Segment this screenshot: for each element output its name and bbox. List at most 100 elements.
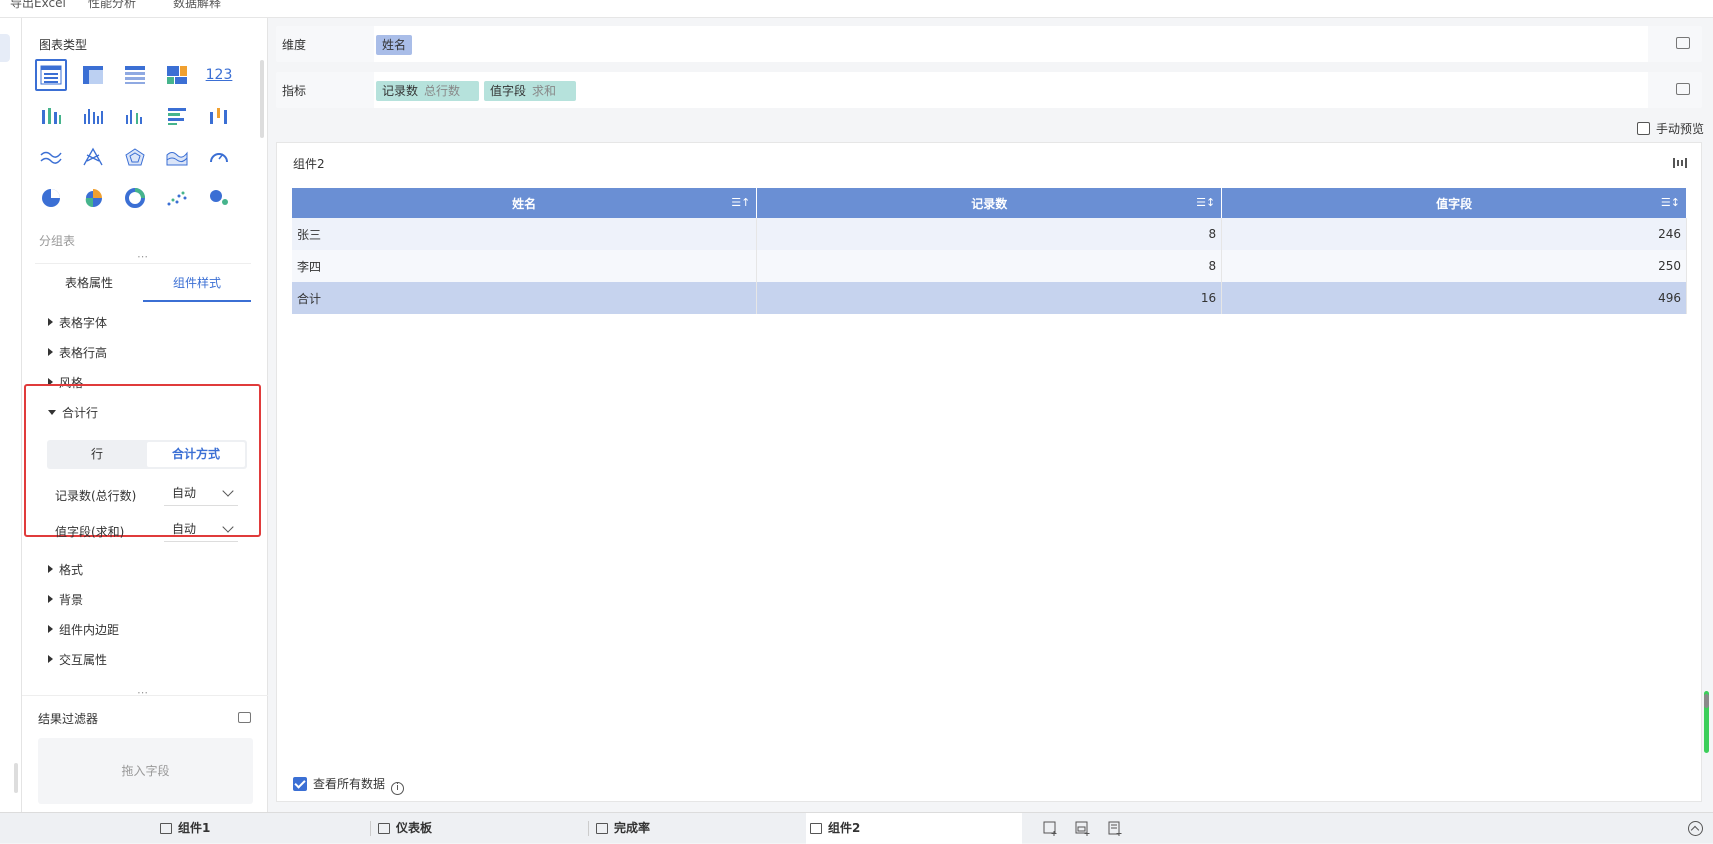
accordion-font-label: 表格字体 bbox=[59, 316, 108, 330]
donut-icon[interactable] bbox=[119, 182, 151, 214]
data-explain-button[interactable]: 数据解释 bbox=[173, 0, 221, 11]
tab-component2[interactable]: 组件2 bbox=[806, 813, 1022, 844]
export-excel-button[interactable]: 导出Excel bbox=[10, 0, 66, 11]
dimension-chip[interactable]: 姓名 bbox=[376, 35, 413, 55]
area-icon[interactable] bbox=[161, 141, 193, 173]
info-icon[interactable]: i bbox=[391, 782, 405, 795]
divider bbox=[22, 695, 268, 696]
radar-icon[interactable] bbox=[119, 141, 151, 173]
accordion-background[interactable]: 背景 bbox=[48, 591, 83, 608]
chip-agg: 求和 bbox=[532, 84, 557, 98]
cell-records: 8 bbox=[756, 250, 1223, 282]
chip-agg: 总行数 bbox=[424, 84, 461, 98]
tab-component1[interactable]: 组件1 bbox=[156, 813, 210, 844]
header-label: 姓名 bbox=[512, 196, 537, 211]
filter-drop-zone[interactable]: 拖入字段 bbox=[38, 738, 253, 804]
strip-scrollbar[interactable] bbox=[14, 763, 18, 793]
view-all-data[interactable]: 查看所有数据 i bbox=[293, 775, 405, 795]
scatter-icon[interactable] bbox=[161, 182, 193, 214]
tab-dashboard[interactable]: 仪表板 bbox=[374, 813, 432, 844]
bubble-icon[interactable] bbox=[203, 182, 235, 214]
range-column-icon[interactable] bbox=[203, 100, 235, 132]
cell-records: 8 bbox=[756, 218, 1223, 250]
sort-icon[interactable]: ☰↕ bbox=[1661, 196, 1680, 209]
table-row[interactable]: 李四 8 250 bbox=[292, 250, 1687, 282]
panel-scrollbar[interactable] bbox=[260, 60, 264, 138]
accordion-background-label: 背景 bbox=[59, 593, 84, 607]
treemap-icon[interactable] bbox=[161, 59, 193, 91]
cell-value: 246 bbox=[1221, 218, 1687, 250]
checkbox-checked-icon[interactable] bbox=[293, 777, 307, 791]
sort-icon[interactable]: ☰↕ bbox=[1196, 196, 1215, 209]
cell-total-value: 496 bbox=[1221, 282, 1687, 314]
header-value[interactable]: 值字段 ☰↕ bbox=[1221, 188, 1687, 218]
toolbox-icon[interactable] bbox=[1676, 83, 1690, 95]
accordion-row-height[interactable]: 表格行高 bbox=[48, 344, 107, 361]
result-filter-title: 结果过滤器 bbox=[38, 712, 99, 726]
tab-separator bbox=[370, 821, 371, 836]
header-records[interactable]: 记录数 ☰↕ bbox=[756, 188, 1223, 218]
toolbox-icon[interactable] bbox=[1676, 37, 1690, 49]
component-title: 组件2 bbox=[293, 157, 325, 171]
sort-icon[interactable]: ☰↑ bbox=[731, 196, 750, 209]
total-row[interactable]: 合计 16 496 bbox=[292, 282, 1687, 314]
grouped-column-icon[interactable] bbox=[77, 100, 109, 132]
scroll-indicator-thumb[interactable] bbox=[1704, 694, 1709, 708]
caret-right-icon bbox=[48, 565, 53, 573]
kpi-number-icon[interactable]: 123 bbox=[203, 59, 235, 91]
field2-select[interactable]: 自动 bbox=[164, 516, 238, 542]
collapse-up-icon[interactable] bbox=[1688, 821, 1703, 836]
performance-analysis-button[interactable]: 性能分析 bbox=[88, 0, 136, 11]
rose-pie-icon[interactable] bbox=[77, 182, 109, 214]
resize-handle-icon[interactable]: ⋯ bbox=[137, 686, 149, 699]
metric-chip-records[interactable]: 记录数 总行数 bbox=[376, 81, 479, 101]
accordion-font[interactable]: 表格字体 bbox=[48, 314, 107, 331]
tab-component-style[interactable]: 组件样式 bbox=[143, 264, 251, 302]
accordion-interaction[interactable]: 交互属性 bbox=[48, 651, 107, 668]
cross-table-icon[interactable] bbox=[77, 59, 109, 91]
radar-line-icon[interactable] bbox=[77, 141, 109, 173]
chart-icon bbox=[596, 823, 608, 834]
accordion-padding[interactable]: 组件内边距 bbox=[48, 621, 119, 638]
detail-table-icon[interactable] bbox=[119, 59, 151, 91]
field1-select[interactable]: 自动 bbox=[164, 480, 238, 506]
accordion-format-label: 格式 bbox=[59, 563, 84, 577]
table-row[interactable]: 张三 8 246 bbox=[292, 218, 1687, 250]
column-settings-icon[interactable] bbox=[1673, 157, 1687, 169]
dimension-drop-zone[interactable]: 姓名 bbox=[374, 26, 1648, 62]
segment-row[interactable]: 行 bbox=[49, 442, 145, 467]
stacked-bar-icon[interactable] bbox=[35, 100, 67, 132]
strip-tab[interactable] bbox=[0, 34, 10, 62]
add-dashboard-icon[interactable] bbox=[1075, 821, 1091, 836]
metric-drop-zone[interactable]: 记录数 总行数 值字段 求和 bbox=[374, 72, 1648, 108]
caret-right-icon bbox=[48, 318, 53, 326]
field1-value: 自动 bbox=[172, 486, 197, 500]
accordion-format[interactable]: 格式 bbox=[48, 561, 83, 578]
field2-label: 值字段(求和) bbox=[55, 525, 125, 539]
data-table: 姓名 ☰↑ 记录数 ☰↕ 值字段 ☰↕ 张三 8 246 李四 8 250 合计 bbox=[292, 188, 1687, 314]
gauge-icon[interactable] bbox=[203, 141, 235, 173]
add-component-icon[interactable] bbox=[1043, 821, 1059, 836]
field2-value: 自动 bbox=[172, 522, 197, 536]
manual-preview-toggle[interactable]: 手动预览 bbox=[1637, 120, 1704, 137]
filter-toolbox-icon[interactable] bbox=[238, 712, 251, 723]
add-story-icon[interactable] bbox=[1107, 821, 1123, 836]
chart-icon bbox=[810, 823, 822, 834]
table-icon[interactable] bbox=[35, 59, 67, 91]
pie-icon[interactable] bbox=[35, 182, 67, 214]
horizontal-bar-icon[interactable] bbox=[161, 100, 193, 132]
resize-handle-icon[interactable]: ⋯ bbox=[137, 250, 149, 263]
column-icon[interactable] bbox=[119, 100, 151, 132]
segment-total-method[interactable]: 合计方式 bbox=[147, 442, 245, 467]
checkbox-icon[interactable] bbox=[1637, 122, 1650, 135]
tab-completion-rate[interactable]: 完成率 bbox=[592, 813, 650, 844]
cell-name: 李四 bbox=[292, 250, 758, 282]
header-name[interactable]: 姓名 ☰↑ bbox=[292, 188, 758, 218]
component-card: 组件2 姓名 ☰↑ 记录数 ☰↕ 值字段 ☰↕ 张三 8 246 李四 8 25… bbox=[276, 142, 1702, 802]
metric-label: 指标 bbox=[282, 84, 307, 98]
tab-table-props[interactable]: 表格属性 bbox=[35, 264, 143, 302]
metric-chip-value[interactable]: 值字段 求和 bbox=[484, 81, 576, 101]
caret-right-icon bbox=[48, 655, 53, 663]
accordion-padding-label: 组件内边距 bbox=[59, 623, 120, 637]
line-icon[interactable] bbox=[35, 141, 67, 173]
